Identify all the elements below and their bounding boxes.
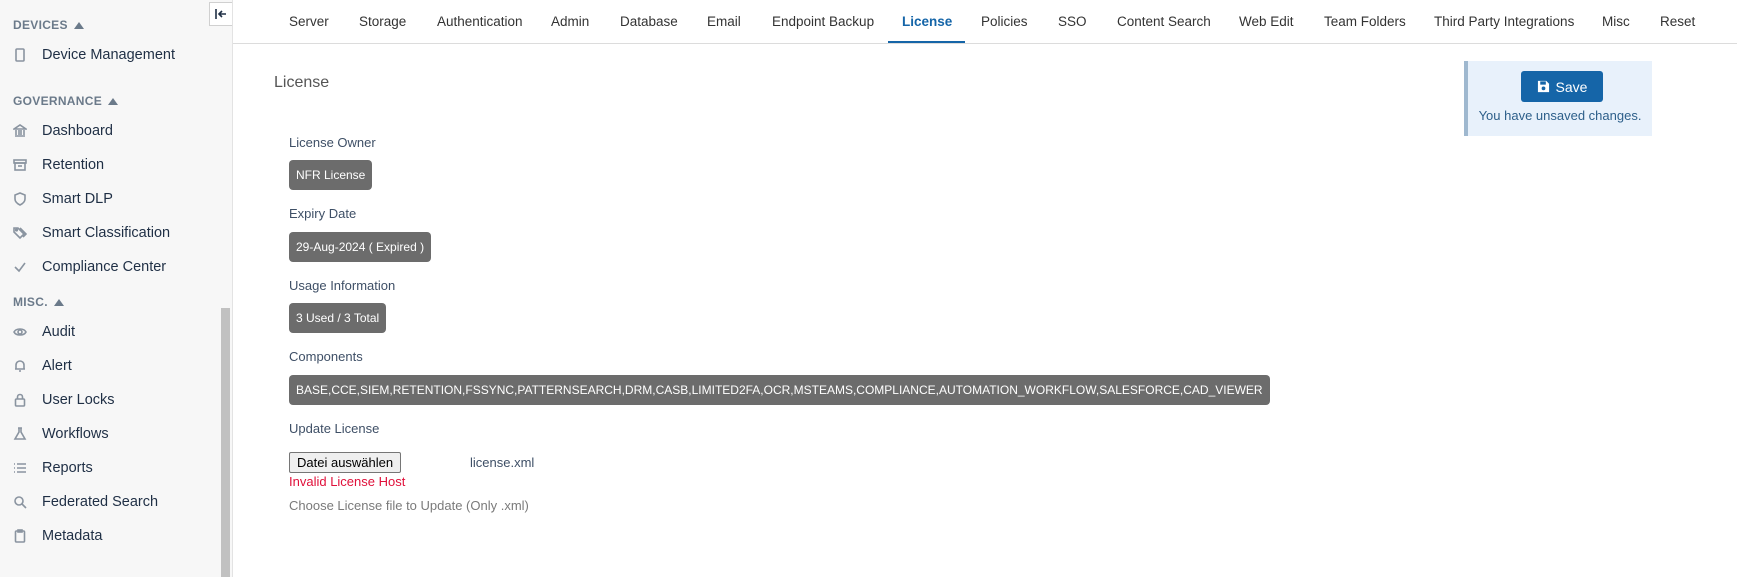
sidebar-item-label: Dashboard	[42, 123, 113, 139]
sidebar-item-label: Audit	[42, 324, 76, 340]
sidebar-item-metadata[interactable]: Metadata	[12, 523, 212, 549]
tab-server[interactable]: Server	[289, 0, 329, 44]
collapse-left-icon	[215, 9, 226, 19]
active-tab-indicator	[888, 41, 965, 43]
components-label: Components	[289, 349, 363, 364]
sidebar-item-reports[interactable]: Reports	[12, 455, 212, 481]
license-owner-value: NFR License	[289, 160, 373, 190]
sidebar-item-label: Device Management	[42, 47, 175, 63]
sidebar-item-dashboard[interactable]: Dashboard	[12, 118, 212, 144]
sidebar-item-alert[interactable]: Alert	[12, 353, 212, 379]
sidebar-item-label: Smart Classification	[42, 225, 171, 241]
section-governance-title: GOVERNANCE	[13, 94, 103, 108]
expiry-date-label: Expiry Date	[289, 206, 357, 221]
save-button-label: Save	[1555, 78, 1588, 95]
collapse-sidebar-button[interactable]	[209, 2, 232, 26]
tab-endpoint-backup[interactable]: Endpoint Backup	[772, 0, 874, 44]
sidebar-item-smart-dlp[interactable]: Smart DLP	[12, 186, 212, 212]
tab-sso[interactable]: SSO	[1058, 0, 1087, 44]
sidebar-item-user-locks[interactable]: User Locks	[12, 387, 212, 413]
sidebar-item-audit[interactable]: Audit	[12, 319, 212, 345]
license-error-message: Invalid License Host	[289, 474, 406, 489]
sidebar-item-retention[interactable]: Retention	[12, 152, 212, 178]
file-hint: Choose License file to Update (Only .xml…	[289, 498, 529, 513]
sidebar-item-workflows[interactable]: Workflows	[12, 421, 212, 447]
section-governance[interactable]: GOVERNANCE	[13, 94, 119, 108]
clipboard-icon	[12, 528, 28, 544]
choose-file-button[interactable]: Datei auswählen	[289, 452, 402, 473]
sidebar-item-smart-classification[interactable]: Smart Classification	[12, 220, 212, 246]
section-misc[interactable]: MISC.	[13, 295, 64, 309]
sidebar-item-device-management[interactable]: Device Management	[12, 42, 212, 68]
save-button[interactable]: Save	[1521, 71, 1603, 102]
sidebar-item-label: Retention	[42, 157, 105, 173]
sidebar-item-compliance-center[interactable]: Compliance Center	[12, 254, 212, 280]
sidebar: DEVICES Device Management GOVERNANCE Das…	[0, 0, 233, 577]
tablet-icon	[12, 47, 28, 63]
sidebar-item-label: Metadata	[42, 528, 103, 544]
sidebar-item-label: Reports	[42, 460, 93, 476]
collapse-arrow-icon	[73, 21, 84, 29]
tab-content-search[interactable]: Content Search	[1117, 0, 1211, 44]
shield-icon	[12, 191, 28, 207]
components-value: BASE,CCE,SIEM,RETENTION,FSSYNC,PATTERNSE…	[289, 375, 1270, 405]
tab-reset[interactable]: Reset	[1660, 0, 1695, 44]
bell-icon	[12, 358, 28, 374]
tab-email[interactable]: Email	[707, 0, 741, 44]
sidebar-item-label: Alert	[42, 358, 72, 374]
tags-icon	[12, 225, 28, 241]
section-devices-title: DEVICES	[13, 18, 68, 32]
page-title: License	[274, 74, 330, 91]
usage-information-label: Usage Information	[289, 278, 396, 293]
sidebar-scrollbar[interactable]	[221, 308, 230, 577]
sidebar-item-label: Workflows	[42, 426, 109, 442]
selected-file-name: license.xml	[470, 455, 535, 470]
section-misc-title: MISC.	[13, 295, 48, 309]
search-icon	[12, 494, 28, 510]
list-icon	[12, 460, 28, 476]
section-devices[interactable]: DEVICES	[13, 18, 84, 32]
tab-database[interactable]: Database	[620, 0, 678, 44]
unsaved-changes-message: You have unsaved changes.	[1478, 108, 1642, 123]
bank-icon	[12, 123, 28, 139]
sidebar-item-label: User Locks	[42, 392, 115, 408]
flask-icon	[12, 426, 28, 442]
expiry-date-value: 29-Aug-2024 ( Expired )	[289, 232, 432, 262]
usage-information-value: 3 Used / 3 Total	[289, 303, 387, 333]
tab-team-folders[interactable]: Team Folders	[1324, 0, 1406, 44]
tab-third-party-integrations[interactable]: Third Party Integrations	[1434, 0, 1574, 44]
license-owner-label: License Owner	[289, 135, 376, 150]
archive-icon	[12, 157, 28, 173]
tab-misc[interactable]: Misc	[1602, 0, 1630, 44]
tab-license[interactable]: License	[902, 0, 952, 44]
tab-storage[interactable]: Storage	[359, 0, 406, 44]
save-icon	[1537, 80, 1549, 93]
tab-web-edit[interactable]: Web Edit	[1239, 0, 1294, 44]
settings-tab-bar: Server Storage Authentication Admin Data…	[233, 0, 1737, 44]
sidebar-item-label: Federated Search	[42, 494, 159, 510]
tab-authentication[interactable]: Authentication	[437, 0, 523, 44]
sidebar-item-label: Compliance Center	[42, 259, 167, 275]
collapse-arrow-icon	[53, 298, 64, 306]
tab-policies[interactable]: Policies	[981, 0, 1028, 44]
eye-icon	[12, 324, 28, 340]
collapse-arrow-icon	[108, 97, 119, 105]
sidebar-item-federated-search[interactable]: Federated Search	[12, 489, 212, 515]
save-panel: Save You have unsaved changes.	[1464, 61, 1652, 136]
tab-admin[interactable]: Admin	[551, 0, 589, 44]
lock-icon	[12, 392, 28, 408]
sidebar-item-label: Smart DLP	[42, 191, 113, 207]
check-icon	[12, 259, 28, 275]
update-license-label: Update License	[289, 421, 380, 436]
